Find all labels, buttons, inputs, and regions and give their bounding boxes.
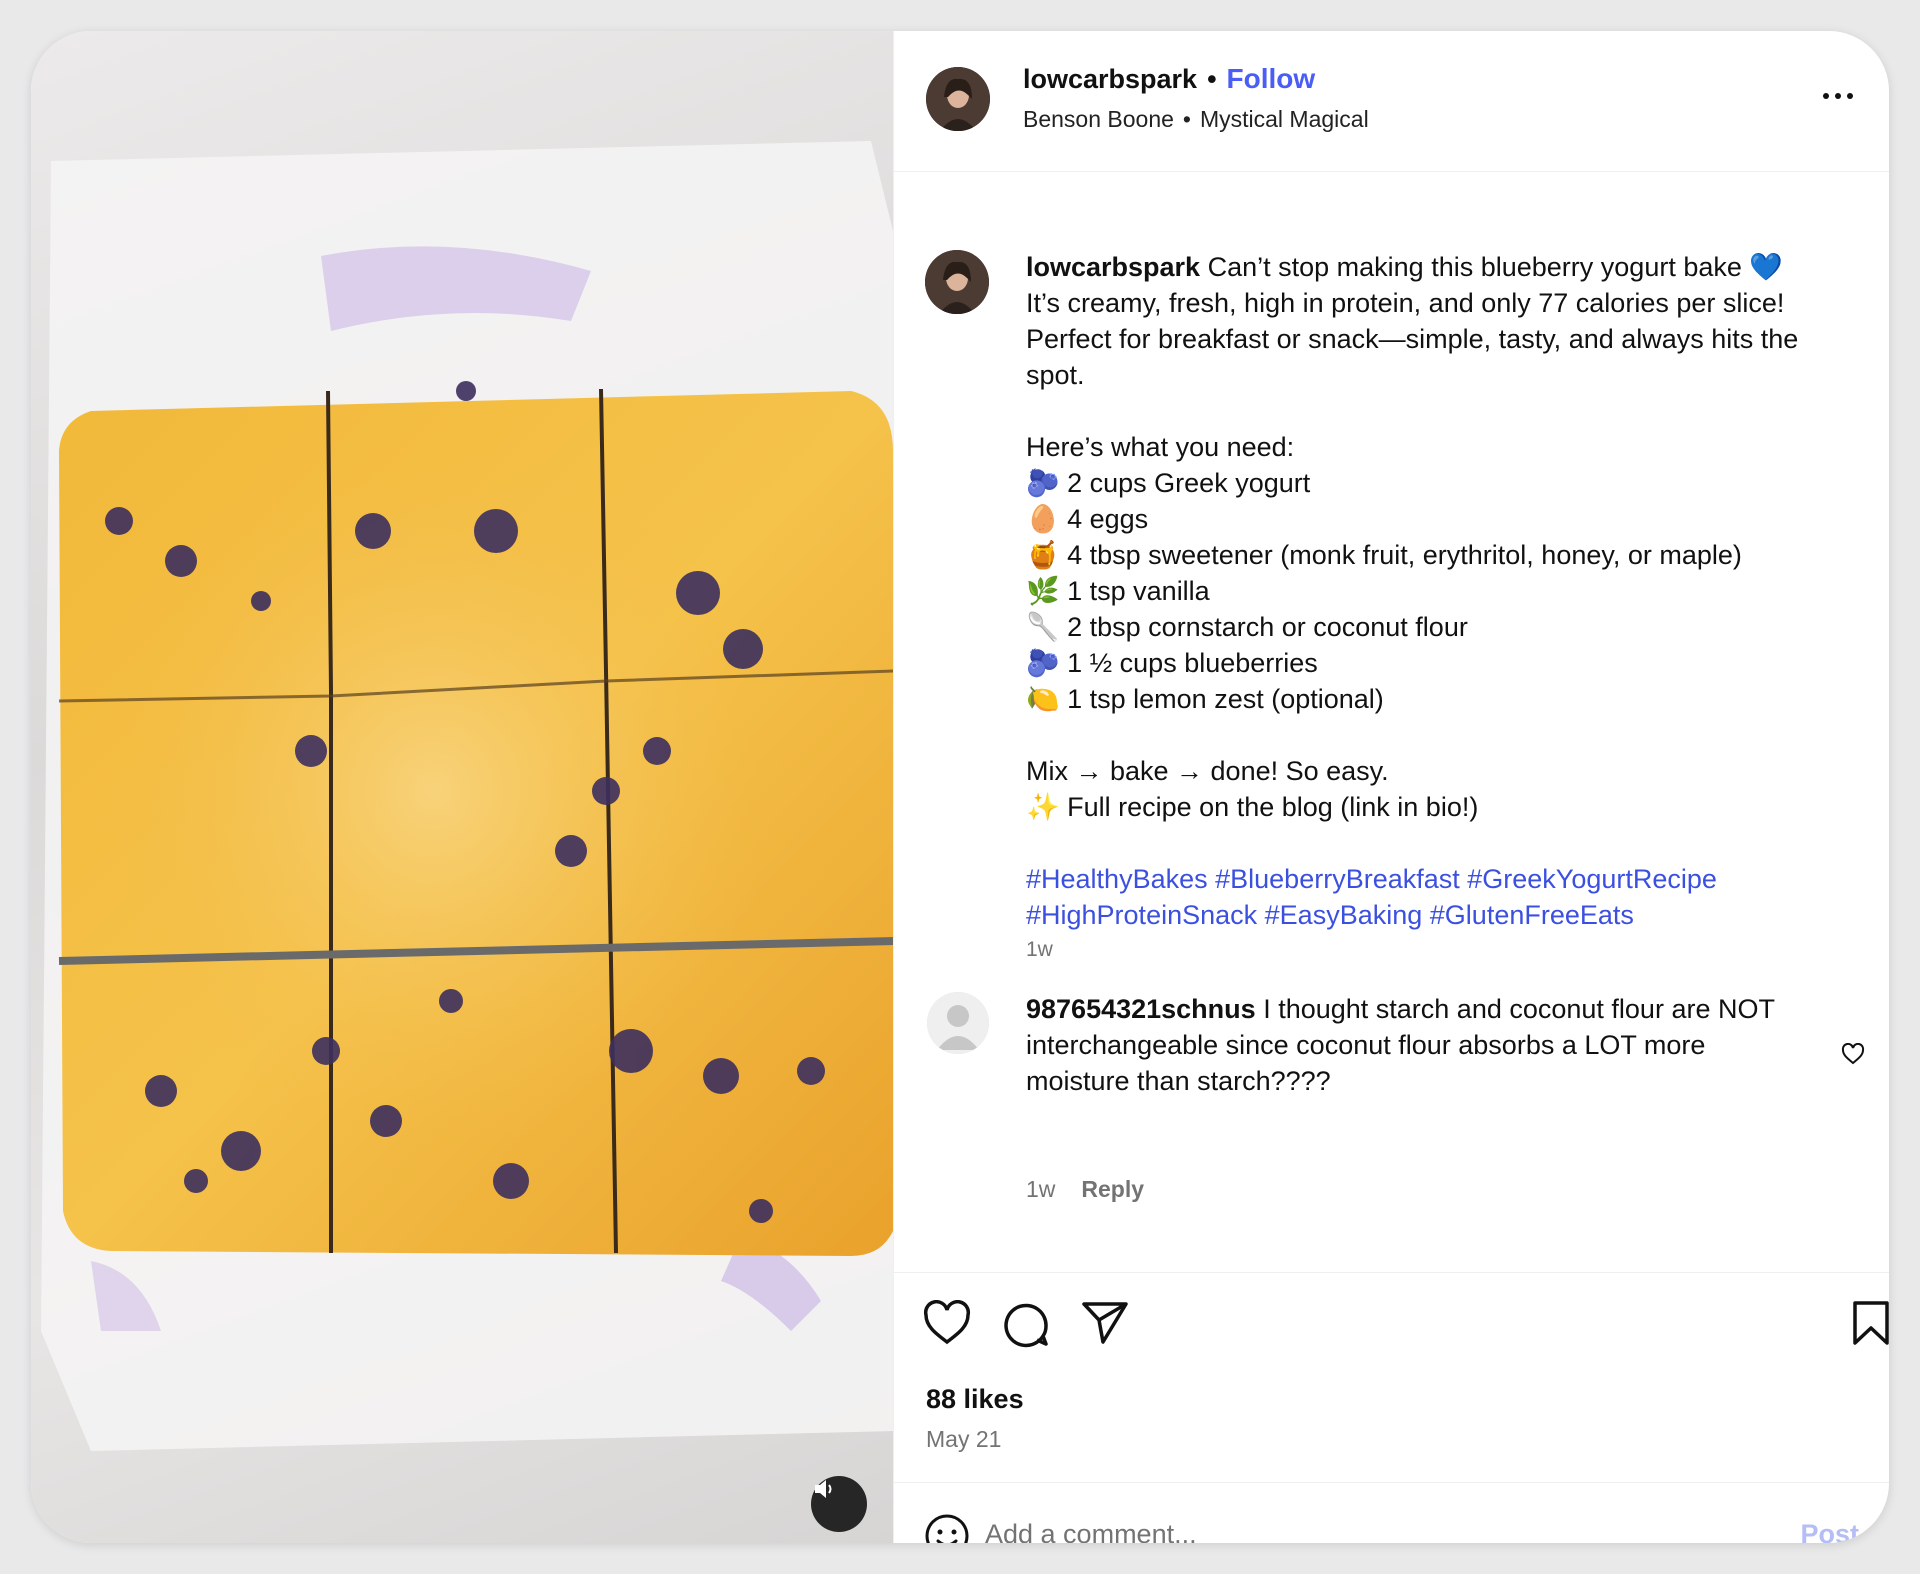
comment-button[interactable] [1002, 1300, 1050, 1353]
audio-line[interactable]: Benson Boone • Mystical Magical [1023, 106, 1369, 133]
post-actions: 88 likes May 21 [894, 1272, 1889, 1482]
audio-artist: Benson Boone [1023, 106, 1174, 132]
post-side-panel: lowcarbspark • Follow Benson Boone • Mys… [893, 31, 1889, 1543]
more-dot-icon [1835, 93, 1841, 99]
comment-timestamp[interactable]: 1w [1026, 1176, 1055, 1203]
ingredients-heading: Here’s what you need: [1026, 432, 1295, 462]
hashtag-link[interactable]: #GreekYogurtRecipe [1467, 864, 1717, 894]
add-comment-bar: Post [894, 1482, 1889, 1543]
bookmark-icon [1853, 1301, 1889, 1345]
more-options-button[interactable] [1823, 93, 1853, 99]
ingredient-item: 🫐 2 cups Greek yogurt [1026, 468, 1311, 498]
caption-line: Perfect for breakfast or snack—simple, t… [1026, 324, 1799, 390]
caption-outro-line: ✨ Full recipe on the blog (link in bio!) [1026, 792, 1479, 822]
speaker-icon [815, 1480, 832, 1498]
caption-outro-line: Mix → bake → done! So easy. [1026, 756, 1389, 786]
post-comment-button[interactable]: Post [1800, 1519, 1859, 1543]
commenter-username[interactable]: 987654321schnus [1026, 994, 1256, 1024]
post-date[interactable]: May 21 [926, 1426, 1001, 1453]
emoji-picker-button[interactable] [924, 1513, 970, 1543]
post-media[interactable] [31, 31, 893, 1543]
comment-meta: 1w Reply [1026, 1176, 1144, 1203]
caption-username[interactable]: lowcarbspark [1026, 252, 1200, 282]
comment-input[interactable] [985, 1511, 1705, 1543]
heart-icon [923, 1300, 971, 1345]
audio-toggle-button[interactable] [811, 1476, 867, 1532]
hashtag-link[interactable]: #HighProteinSnack [1026, 900, 1257, 930]
follow-button[interactable]: Follow [1227, 63, 1316, 95]
ingredient-item: 🥚 4 eggs [1026, 504, 1149, 534]
hashtag-link[interactable]: #BlueberryBreakfast [1215, 864, 1460, 894]
ingredient-item: 🍋 1 tsp lemon zest (optional) [1026, 684, 1384, 714]
post-header: lowcarbspark • Follow Benson Boone • Mys… [894, 31, 1889, 172]
smiley-icon [925, 1514, 969, 1543]
ingredient-item: 🌿 1 tsp vanilla [1026, 576, 1210, 606]
separator-dot: • [1207, 63, 1217, 94]
save-button[interactable] [1851, 1300, 1889, 1351]
author-avatar[interactable] [926, 67, 990, 131]
commenter-avatar[interactable] [927, 992, 989, 1054]
more-dot-icon [1823, 93, 1829, 99]
like-button[interactable] [923, 1300, 971, 1351]
ingredient-item: 🥄 2 tbsp cornstarch or coconut flour [1026, 612, 1468, 642]
author-username[interactable]: lowcarbspark [1023, 64, 1197, 95]
author-line: lowcarbspark • Follow [1023, 63, 1315, 95]
hashtag-link[interactable]: #HealthyBakes [1026, 864, 1208, 894]
blueberry-bake-photo [41, 141, 893, 1451]
caption-timestamp[interactable]: 1w [1026, 938, 1053, 962]
post-caption: lowcarbspark Can’t stop making this blue… [1026, 249, 1862, 933]
comments-scroll-area[interactable]: lowcarbspark Can’t stop making this blue… [894, 172, 1889, 1272]
more-dot-icon [1847, 93, 1853, 99]
share-button[interactable] [1081, 1300, 1129, 1351]
hashtag-link[interactable]: #EasyBaking [1265, 900, 1423, 930]
comment-like-button[interactable] [1841, 1042, 1865, 1070]
audio-song: Mystical Magical [1199, 106, 1369, 132]
separator-dot: • [1182, 106, 1191, 132]
caption-avatar[interactable] [925, 250, 989, 314]
post-dialog: lowcarbspark • Follow Benson Boone • Mys… [31, 31, 1889, 1543]
speech-bubble-icon [1004, 1303, 1048, 1348]
profile-photo-icon [925, 250, 989, 314]
like-count[interactable]: 88 likes [926, 1384, 1024, 1415]
ingredient-item: 🫐 1 ½ cups blueberries [1026, 648, 1318, 678]
default-avatar-icon [927, 992, 989, 1054]
hashtag-link[interactable]: #GlutenFreeEats [1430, 900, 1634, 930]
reply-button[interactable]: Reply [1081, 1176, 1144, 1203]
profile-photo-icon [926, 67, 990, 131]
ingredient-item: 🍯 4 tbsp sweetener (monk fruit, erythrit… [1026, 540, 1742, 570]
caption-line: Can’t stop making this blueberry yogurt … [1207, 252, 1783, 282]
comment-body: 987654321schnus I thought starch and coc… [1026, 991, 1786, 1099]
paper-plane-icon [1082, 1302, 1128, 1344]
hashtag-list: #HealthyBakes #BlueberryBreakfast #Greek… [1026, 861, 1862, 933]
heart-icon [1841, 1042, 1865, 1065]
caption-line: It’s creamy, fresh, high in protein, and… [1026, 288, 1785, 318]
